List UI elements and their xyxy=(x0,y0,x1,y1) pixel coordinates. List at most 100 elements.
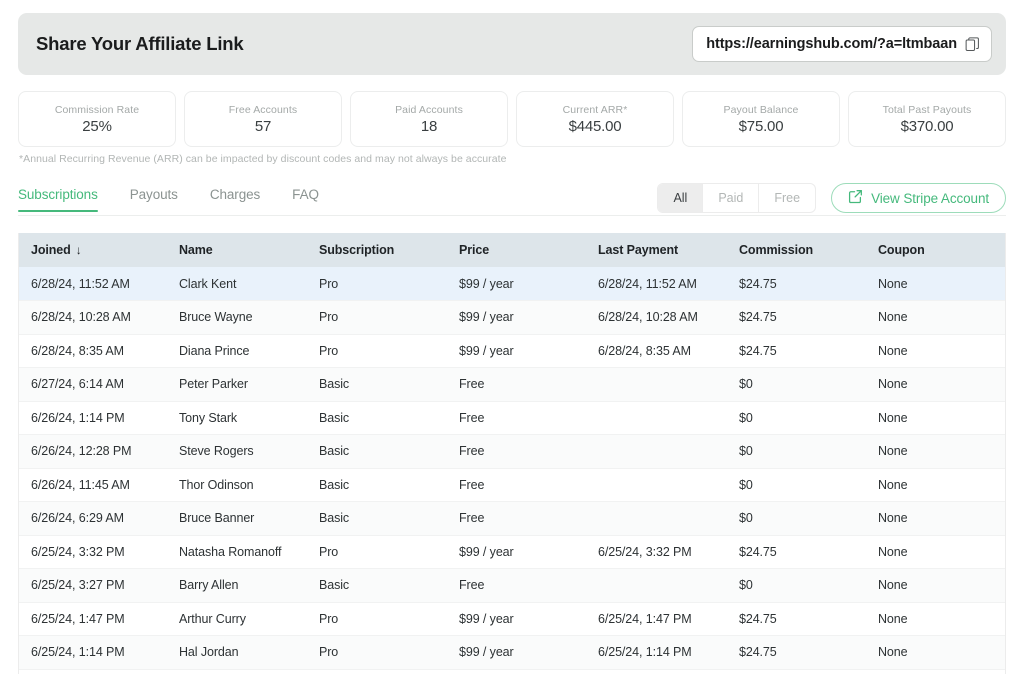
cell-last-payment: 6/28/24, 10:28 AM xyxy=(586,300,727,335)
column-header-joined[interactable]: Joined ↓ xyxy=(19,233,167,267)
cell-coupon: None xyxy=(866,635,1005,670)
arr-footnote: *Annual Recurring Revenue (ARR) can be i… xyxy=(19,153,507,165)
filter-all[interactable]: All xyxy=(658,184,704,212)
cell-subscription: Basic xyxy=(307,468,447,502)
tab-charges[interactable]: Charges xyxy=(210,184,280,212)
view-stripe-account-button[interactable]: View Stripe Account xyxy=(831,183,1006,213)
cell-name: Steve Rogers xyxy=(167,434,307,469)
cell-name: Peter Parker xyxy=(167,367,307,402)
table-row[interactable]: 6/25/24, 1:47 PM Arthur Curry Pro $99 / yea… xyxy=(19,602,1005,636)
table-row[interactable]: 6/26/24, 11:45 AM Thor Odinson Basic Free $0… xyxy=(19,468,1005,502)
stat-value: $445.00 xyxy=(568,117,622,135)
column-header-coupon[interactable]: Coupon xyxy=(866,233,1005,267)
table-row[interactable]: 6/28/24, 11:52 AM Clark Kent Pro $99 / year… xyxy=(19,267,1005,301)
external-link-icon xyxy=(848,189,863,207)
cell-price: Free xyxy=(447,468,586,502)
stat-card-current-arr: Current ARR* $445.00 xyxy=(516,91,674,147)
stat-card-total-past-payouts: Total Past Payouts $370.00 xyxy=(848,91,1006,147)
affiliate-url-text: https://earningshub.com/?a=ltmbaan xyxy=(706,36,957,52)
cell-commission: $0 xyxy=(727,501,866,536)
cell-price: Free xyxy=(447,434,586,469)
cell-name: Bruce Wayne xyxy=(167,300,307,335)
subscriptions-table: Joined ↓ Name Subscription Price Last Pay… xyxy=(19,233,1005,670)
column-header-subscription[interactable]: Subscription xyxy=(307,233,447,267)
cell-last-payment: 6/25/24, 3:32 PM xyxy=(586,535,727,569)
affiliate-dashboard-page: Share Your Affiliate Link https://earnin… xyxy=(0,0,1024,674)
cell-commission: $24.75 xyxy=(727,334,866,368)
cell-joined: 6/26/24, 11:45 AM xyxy=(19,468,167,502)
cell-commission: $0 xyxy=(727,568,866,603)
column-header-price[interactable]: Price xyxy=(447,233,586,267)
cell-coupon: None xyxy=(866,267,1005,301)
filter-paid[interactable]: Paid xyxy=(703,184,760,212)
cell-coupon: None xyxy=(866,468,1005,502)
cell-price: $99 / year xyxy=(447,267,586,301)
tabs-bar: Subscriptions Payouts Charges FAQ All Pa… xyxy=(18,183,1006,216)
stat-card-paid-accounts: Paid Accounts 18 xyxy=(350,91,508,147)
column-header-last-payment[interactable]: Last Payment xyxy=(586,233,727,267)
tab-payouts[interactable]: Payouts xyxy=(130,184,198,212)
tab-faq[interactable]: FAQ xyxy=(292,184,339,212)
table-row[interactable]: 6/26/24, 1:14 PM Tony Stark Basic Free $0 Non… xyxy=(19,401,1005,435)
cell-coupon: None xyxy=(866,535,1005,569)
table-header-row: Joined ↓ Name Subscription Price Last Pay… xyxy=(19,233,1005,267)
column-header-name[interactable]: Name xyxy=(167,233,307,267)
stat-card-free-accounts: Free Accounts 57 xyxy=(184,91,342,147)
stat-label: Current ARR* xyxy=(562,103,628,116)
page-title: Share Your Affiliate Link xyxy=(36,33,244,54)
table-row[interactable]: 6/26/24, 12:28 PM Steve Rogers Basic Free $0… xyxy=(19,434,1005,469)
cell-commission: $24.75 xyxy=(727,267,866,301)
cell-last-payment xyxy=(586,367,727,402)
cell-commission: $24.75 xyxy=(727,635,866,670)
stat-value: $370.00 xyxy=(900,117,954,135)
copy-icon[interactable] xyxy=(965,36,980,52)
tab-subscriptions[interactable]: Subscriptions xyxy=(18,184,118,212)
cell-last-payment xyxy=(586,468,727,502)
cell-joined: 6/28/24, 11:52 AM xyxy=(19,267,167,301)
filter-free[interactable]: Free xyxy=(759,184,815,212)
cell-price: Free xyxy=(447,401,586,435)
table-row[interactable]: 6/26/24, 6:29 AM Bruce Banner Basic Free $0 N… xyxy=(19,501,1005,536)
table-row[interactable]: 6/25/24, 3:32 PM Natasha Romanoff Pro $99 /… xyxy=(19,535,1005,569)
cell-subscription: Pro xyxy=(307,267,447,301)
stat-value: 25% xyxy=(82,117,112,135)
cell-commission: $24.75 xyxy=(727,602,866,636)
table-row[interactable]: 6/25/24, 1:14 PM Hal Jordan Pro $99 / year 6… xyxy=(19,635,1005,670)
cell-joined: 6/27/24, 6:14 AM xyxy=(19,367,167,402)
table-row[interactable]: 6/27/24, 6:14 AM Peter Parker Basic Free $0 N… xyxy=(19,367,1005,402)
cell-subscription: Pro xyxy=(307,635,447,670)
cell-joined: 6/25/24, 3:27 PM xyxy=(19,568,167,603)
cell-subscription: Basic xyxy=(307,434,447,469)
stat-value: $75.00 xyxy=(738,117,784,135)
cell-coupon: None xyxy=(866,367,1005,402)
column-header-commission[interactable]: Commission xyxy=(727,233,866,267)
cell-joined: 6/28/24, 8:35 AM xyxy=(19,334,167,368)
stats-row: Commission Rate 25% Free Accounts 57 Pai… xyxy=(18,91,1006,147)
cell-last-payment: 6/25/24, 1:47 PM xyxy=(586,602,727,636)
cell-joined: 6/26/24, 6:29 AM xyxy=(19,501,167,536)
cell-coupon: None xyxy=(866,568,1005,603)
affiliate-link-field[interactable]: https://earningshub.com/?a=ltmbaan xyxy=(692,26,992,62)
cell-commission: $0 xyxy=(727,434,866,469)
cell-subscription: Basic xyxy=(307,401,447,435)
cell-coupon: None xyxy=(866,401,1005,435)
cell-joined: 6/25/24, 3:32 PM xyxy=(19,535,167,569)
table-row[interactable]: 6/25/24, 3:27 PM Barry Allen Basic Free $0 No… xyxy=(19,568,1005,603)
cell-subscription: Basic xyxy=(307,367,447,402)
cell-price: Free xyxy=(447,501,586,536)
stat-label: Commission Rate xyxy=(54,103,140,116)
cell-coupon: None xyxy=(866,334,1005,368)
table-row[interactable]: 6/28/24, 8:35 AM Diana Prince Pro $99 / yea… xyxy=(19,334,1005,368)
table-row[interactable]: 6/28/24, 10:28 AM Bruce Wayne Pro $99 / yea… xyxy=(19,300,1005,335)
cell-joined: 6/28/24, 10:28 AM xyxy=(19,300,167,335)
cell-joined: 6/26/24, 12:28 PM xyxy=(19,434,167,469)
tab-list: Subscriptions Payouts Charges FAQ xyxy=(18,184,351,212)
table-controls: All Paid Free View Stripe Account xyxy=(657,183,1006,213)
cell-last-payment xyxy=(586,434,727,469)
cell-last-payment xyxy=(586,401,727,435)
cell-subscription: Basic xyxy=(307,501,447,536)
cell-joined: 6/26/24, 1:14 PM xyxy=(19,401,167,435)
cell-coupon: None xyxy=(866,434,1005,469)
cell-price: $99 / year xyxy=(447,300,586,335)
cell-name: Hal Jordan xyxy=(167,635,307,670)
